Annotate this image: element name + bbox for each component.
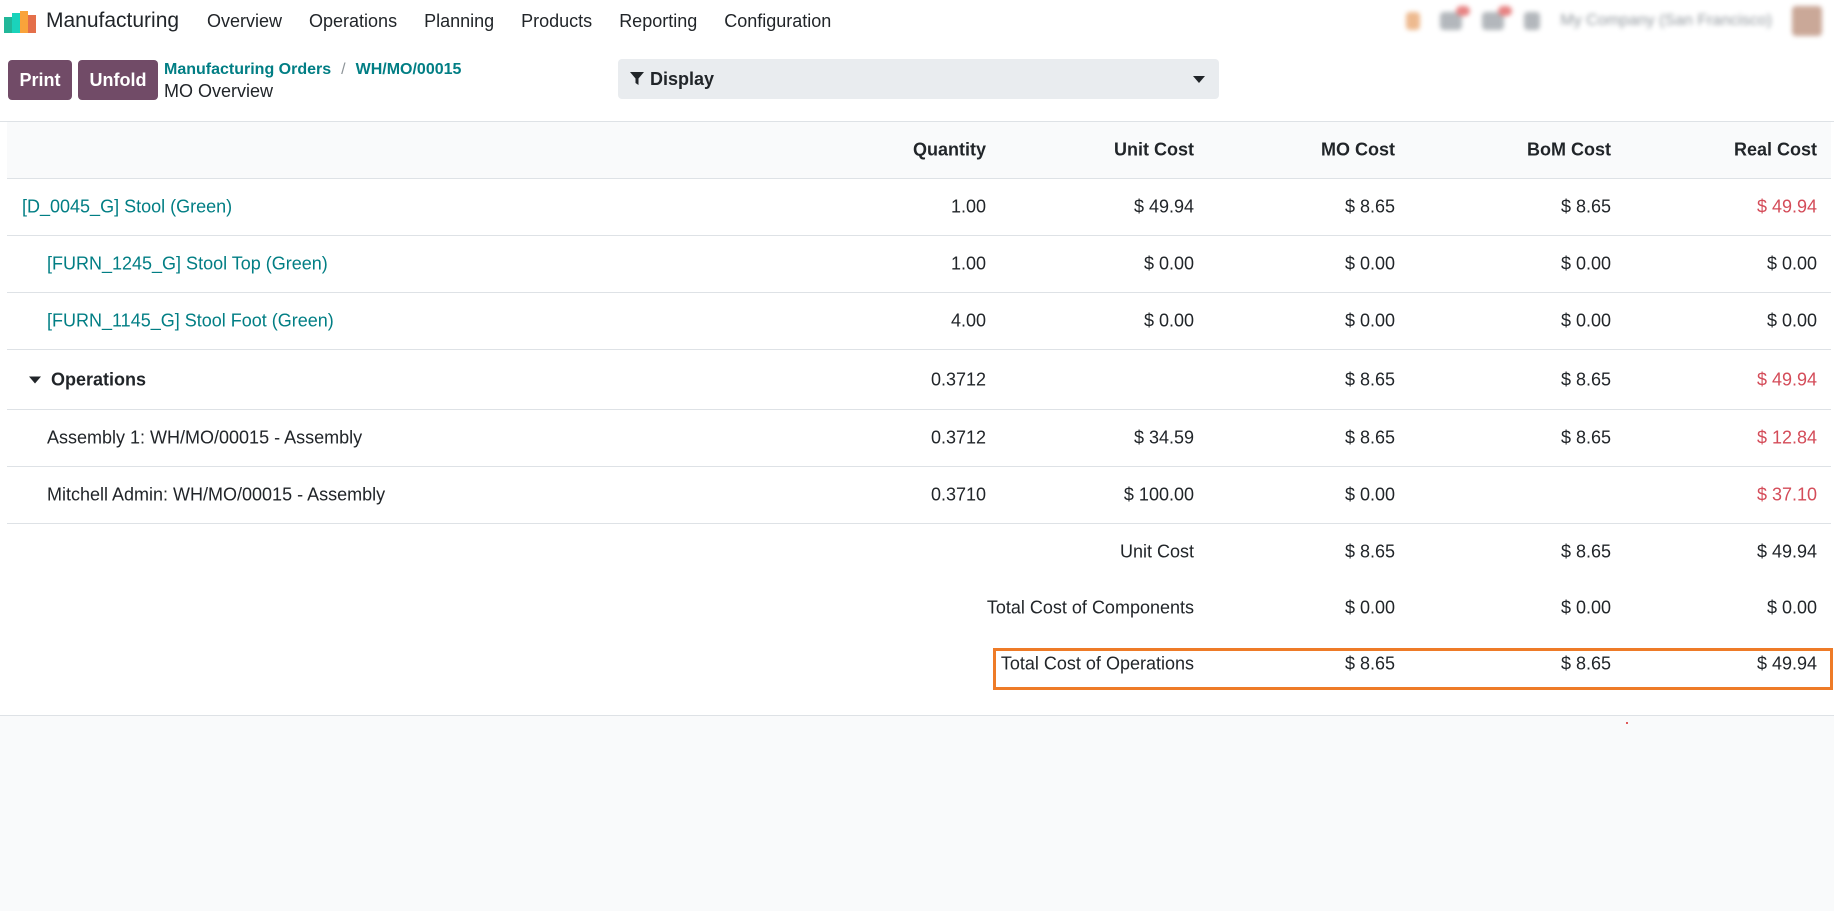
mo-cost-value: $ 8.65 (1344, 196, 1395, 217)
breadcrumb-current-order[interactable]: WH/MO/00015 (356, 61, 462, 78)
mo-cost-value: $ 8.65 (1344, 427, 1395, 448)
component-link[interactable]: [FURN_1245_G] Stool Top (Green) (47, 254, 328, 275)
operations-label: Operations (51, 369, 147, 389)
footer-label: Total Cost of Operations (1000, 653, 1194, 674)
real-cost-value: $ 37.10 (1756, 484, 1817, 505)
activities-icon[interactable] (1482, 6, 1513, 30)
footer-row-operations: Total Cost of Operations $ 8.65 $ 8.65 $… (7, 636, 1831, 692)
quantity-value: 0.3710 (930, 484, 986, 505)
unit-cost-value: $ 100.00 (1123, 484, 1194, 505)
bom-cost-value: $ 0.00 (1560, 253, 1611, 274)
menu-overview[interactable]: Overview (207, 11, 282, 32)
top-navbar: Manufacturing Overview Operations Planni… (0, 0, 1834, 42)
mo-cost-value: $ 8.65 (1344, 653, 1395, 674)
bom-cost-value: $ 8.65 (1560, 427, 1611, 448)
footer-label: Unit Cost (1119, 541, 1194, 562)
quantity-value: 0.3712 (930, 427, 986, 448)
menu-configuration[interactable]: Configuration (724, 11, 831, 32)
app-name[interactable]: Manufacturing (46, 9, 179, 33)
chevron-down-icon (1193, 76, 1205, 83)
quantity-value: 1.00 (950, 196, 986, 217)
cost-table: Quantity Unit Cost MO Cost BoM Cost Real… (7, 122, 1831, 692)
quantity-value: 4.00 (950, 310, 986, 331)
control-panel: Print Unfold Manufacturing Orders / WH/MO/… (0, 42, 1834, 122)
real-cost-value: $ 12.84 (1756, 427, 1817, 448)
menu-products[interactable]: Products (521, 11, 592, 32)
filter-icon (630, 72, 644, 85)
menu-planning[interactable]: Planning (424, 11, 494, 32)
bom-cost-value: $ 8.65 (1560, 369, 1611, 389)
table-row: Mitchell Admin: WH/MO/00015 - Assembly 0… (7, 467, 1831, 524)
unit-cost-value: $ 0.00 (1143, 310, 1194, 331)
unfold-button[interactable]: Unfold (78, 60, 158, 100)
operation-name: Mitchell Admin: WH/MO/00015 - Assembly (47, 484, 386, 505)
header-real-cost: Real Cost (1733, 139, 1817, 160)
quantity-value: 0.3712 (930, 369, 986, 389)
mo-cost-value: $ 0.00 (1344, 310, 1395, 331)
mo-overview-content: Quantity Unit Cost MO Cost BoM Cost Real… (0, 122, 1834, 716)
quantity-value: 1.00 (950, 253, 986, 274)
breadcrumb-manufacturing-orders[interactable]: Manufacturing Orders (164, 61, 331, 78)
display-dropdown[interactable]: Display (618, 59, 1219, 99)
header-bom-cost: BoM Cost (1527, 139, 1611, 160)
mo-cost-value: $ 8.65 (1344, 541, 1395, 562)
header-quantity: Quantity (912, 139, 986, 160)
bom-cost-value: $ 8.65 (1560, 541, 1611, 562)
footer-label: Total Cost of Components (986, 597, 1194, 618)
operation-name: Assembly 1: WH/MO/00015 - Assembly (47, 427, 363, 448)
table-row: Assembly 1: WH/MO/00015 - Assembly 0.371… (7, 410, 1831, 467)
stray-mark (1626, 722, 1628, 724)
real-cost-value: $ 0.00 (1766, 253, 1817, 274)
operations-group-row: Operations 0.3712 $ 8.65 $ 8.65 $ 49.94 (7, 350, 1831, 410)
real-cost-value: $ 49.94 (1756, 653, 1817, 674)
real-cost-value: $ 0.00 (1766, 310, 1817, 331)
header-unit-cost: Unit Cost (1114, 139, 1194, 160)
main-menu: Overview Operations Planning Products Re… (207, 11, 858, 32)
real-cost-value: $ 0.00 (1766, 597, 1817, 618)
breadcrumb-separator: / (341, 61, 346, 78)
unit-cost-value: $ 0.00 (1143, 253, 1194, 274)
tools-icon[interactable] (1524, 12, 1541, 30)
unit-cost-value: $ 49.94 (1133, 196, 1194, 217)
page-title: MO Overview (164, 81, 274, 101)
operations-toggle[interactable]: Operations (29, 369, 146, 390)
bom-cost-value: $ 0.00 (1560, 597, 1611, 618)
mo-cost-value: $ 0.00 (1344, 597, 1395, 618)
mo-cost-value: $ 0.00 (1344, 484, 1395, 505)
component-link[interactable]: [FURN_1145_G] Stool Foot (Green) (47, 311, 334, 332)
footer-row-components: Total Cost of Components $ 0.00 $ 0.00 $… (7, 580, 1831, 636)
bom-cost-value: $ 8.65 (1560, 653, 1611, 674)
header-mo-cost: MO Cost (1321, 139, 1395, 160)
unit-cost-value: $ 34.59 (1133, 427, 1194, 448)
print-button[interactable]: Print (8, 60, 72, 100)
manufacturing-app-icon[interactable] (4, 9, 36, 33)
company-switcher[interactable]: My Company (San Francisco) (1560, 12, 1772, 30)
table-header: Quantity Unit Cost MO Cost BoM Cost Real… (7, 122, 1831, 179)
system-tray: My Company (San Francisco) (1406, 6, 1834, 36)
messages-icon[interactable] (1440, 6, 1471, 30)
debug-icon[interactable] (1406, 12, 1421, 30)
real-cost-value: $ 49.94 (1756, 541, 1817, 562)
bom-cost-value: $ 8.65 (1560, 196, 1611, 217)
table-row: [D_0045_G] Stool (Green) 1.00 $ 49.94 $ … (7, 179, 1831, 236)
real-cost-value: $ 49.94 (1756, 369, 1817, 389)
display-label: Display (650, 68, 715, 89)
caret-down-icon (29, 376, 41, 383)
user-avatar[interactable] (1792, 6, 1822, 36)
breadcrumb: Manufacturing Orders / WH/MO/00015 (164, 61, 461, 79)
menu-operations[interactable]: Operations (309, 11, 397, 32)
bom-cost-value: $ 0.00 (1560, 310, 1611, 331)
menu-reporting[interactable]: Reporting (619, 11, 697, 32)
real-cost-value: $ 49.94 (1756, 196, 1817, 217)
mo-cost-value: $ 8.65 (1344, 369, 1395, 389)
product-link[interactable]: [D_0045_G] Stool (Green) (22, 197, 232, 218)
mo-cost-value: $ 0.00 (1344, 253, 1395, 274)
table-row: [FURN_1245_G] Stool Top (Green) 1.00 $ 0… (7, 236, 1831, 293)
footer-row-unit-cost: Unit Cost $ 8.65 $ 8.65 $ 49.94 (7, 524, 1831, 580)
table-row: [FURN_1145_G] Stool Foot (Green) 4.00 $ … (7, 293, 1831, 350)
